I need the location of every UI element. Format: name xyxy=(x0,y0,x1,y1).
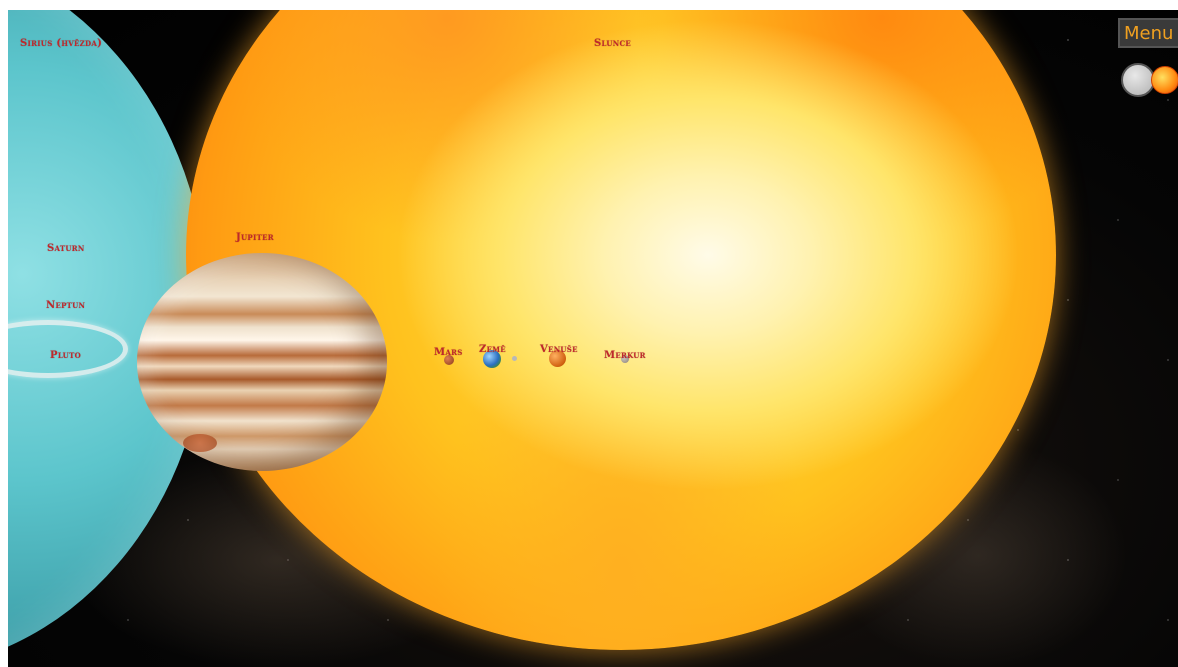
circle-toggle-icon[interactable] xyxy=(1121,63,1155,97)
menu-button[interactable]: Menu xyxy=(1118,18,1178,48)
label-venuse: Venuše xyxy=(540,344,578,355)
label-zeme: Země xyxy=(479,344,506,355)
label-pluto: Pluto xyxy=(50,350,81,361)
sun-icon[interactable] xyxy=(1151,66,1178,94)
jupiter-great-red-spot xyxy=(183,434,217,452)
label-mars: Mars xyxy=(434,347,463,358)
label-neptun: Neptun xyxy=(46,300,86,311)
space-viewport[interactable]: Sirius (hvězda) Slunce Saturn Jupiter Ne… xyxy=(8,10,1178,667)
label-saturn: Saturn xyxy=(47,243,85,254)
view-toggle[interactable] xyxy=(1121,63,1178,97)
moon-body[interactable] xyxy=(512,356,517,361)
label-merkur: Merkur xyxy=(604,350,646,361)
jupiter-planet[interactable] xyxy=(137,253,387,471)
label-jupiter: Jupiter xyxy=(236,232,274,243)
label-slunce: Slunce xyxy=(594,38,631,49)
label-sirius: Sirius (hvězda) xyxy=(20,38,103,49)
